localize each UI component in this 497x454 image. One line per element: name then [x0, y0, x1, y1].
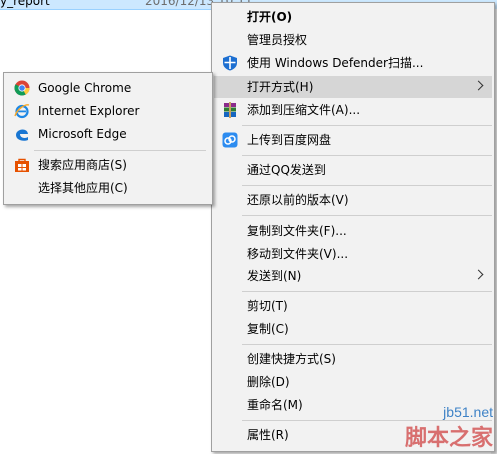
menu-item-label: 属性(R)	[247, 428, 289, 442]
submenu-item-choose-other[interactable]: 选择其他应用(C)	[6, 177, 210, 199]
menu-item-create-shortcut[interactable]: 创建快捷方式(S)	[214, 348, 492, 370]
menu-item-label: 移动到文件夹(V)...	[247, 247, 349, 261]
submenu-item-chrome[interactable]: Google Chrome	[6, 77, 210, 99]
winrar-archive-icon	[222, 102, 238, 118]
chrome-icon	[14, 80, 30, 96]
menu-separator	[242, 215, 492, 216]
internet-explorer-icon	[14, 103, 30, 119]
menu-item-label: 复制(C)	[247, 322, 289, 336]
menu-separator	[242, 125, 492, 126]
menu-item-send-qq[interactable]: 通过QQ发送到	[214, 159, 492, 181]
menu-separator	[242, 155, 492, 156]
menu-item-open[interactable]: 打开(O)	[214, 6, 492, 28]
menu-item-label: 还原以前的版本(V)	[247, 193, 349, 207]
menu-item-copy-to-folder[interactable]: 复制到文件夹(F)...	[214, 220, 492, 242]
menu-item-cut[interactable]: 剪切(T)	[214, 295, 492, 317]
baidu-netdisk-icon	[222, 132, 238, 148]
menu-item-defender-scan[interactable]: 使用 Windows Defender扫描...	[214, 52, 492, 74]
menu-separator	[242, 344, 492, 345]
app-label: Internet Explorer	[38, 104, 140, 118]
context-menu: 打开(O) 管理员授权 使用 Windows Defender扫描... 打开方…	[211, 2, 495, 452]
menu-item-label: 剪切(T)	[247, 299, 288, 313]
menu-item-label: 发送到(N)	[247, 269, 302, 283]
app-label: Google Chrome	[38, 81, 132, 95]
menu-item-label: 通过QQ发送到	[247, 163, 326, 177]
edge-icon	[14, 126, 30, 142]
menu-item-label: 打开方式(H)	[247, 80, 314, 94]
menu-item-label: 重命名(M)	[247, 398, 303, 412]
menu-item-label: 管理员授权	[247, 33, 308, 47]
defender-shield-icon	[222, 55, 238, 71]
choose-other-label: 选择其他应用(C)	[38, 181, 128, 195]
submenu-item-internet-explorer[interactable]: Internet Explorer	[6, 100, 210, 122]
submenu-item-store[interactable]: 搜索应用商店(S)	[6, 154, 210, 176]
watermark-site: jb51.net	[443, 404, 493, 420]
menu-item-move-to-folder[interactable]: 移动到文件夹(V)...	[214, 243, 492, 265]
menu-item-restore-versions[interactable]: 还原以前的版本(V)	[214, 189, 492, 211]
file-name: y_report	[0, 0, 50, 8]
app-label: Microsoft Edge	[38, 127, 127, 141]
menu-item-open-with[interactable]: 打开方式(H)	[214, 76, 492, 98]
store-label: 搜索应用商店(S)	[38, 158, 127, 172]
menu-item-run-as-admin[interactable]: 管理员授权	[214, 29, 492, 51]
open-with-submenu: Google Chrome Internet Explorer Microsof…	[3, 72, 213, 205]
menu-item-send-to[interactable]: 发送到(N)	[214, 265, 492, 287]
menu-item-delete[interactable]: 删除(D)	[214, 371, 492, 393]
menu-item-upload-baidu[interactable]: 上传到百度网盘	[214, 129, 492, 151]
chevron-right-icon	[473, 80, 484, 91]
menu-item-copy[interactable]: 复制(C)	[214, 318, 492, 340]
chevron-right-icon	[473, 269, 484, 280]
watermark-chinese: 脚本之家	[404, 425, 493, 451]
menu-item-label: 删除(D)	[247, 375, 290, 389]
menu-item-label: 打开(O)	[247, 10, 293, 24]
menu-separator	[242, 291, 492, 292]
menu-item-label: 使用 Windows Defender扫描...	[247, 56, 424, 70]
menu-separator	[242, 185, 492, 186]
watermark: jb51.net 脚本之家	[405, 404, 493, 452]
menu-separator	[34, 150, 206, 151]
menu-item-label: 创建快捷方式(S)	[247, 352, 336, 366]
menu-item-label: 添加到压缩文件(A)...	[247, 103, 361, 117]
store-icon	[14, 157, 30, 173]
menu-item-label: 复制到文件夹(F)...	[247, 224, 347, 238]
menu-item-add-to-archive[interactable]: 添加到压缩文件(A)...	[214, 99, 492, 121]
submenu-item-edge[interactable]: Microsoft Edge	[6, 123, 210, 145]
menu-item-label: 上传到百度网盘	[247, 133, 332, 147]
